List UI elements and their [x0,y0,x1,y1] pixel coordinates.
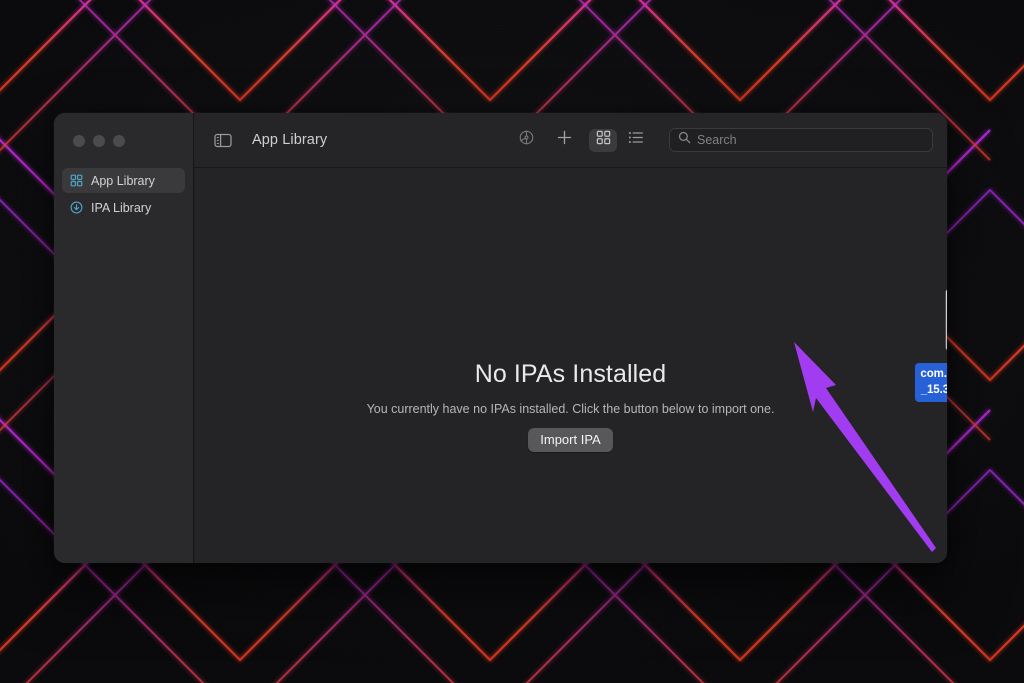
settings-button[interactable] [513,128,539,152]
sidebar-item-label: IPA Library [91,200,152,215]
list-view-icon [628,130,644,150]
search-field[interactable] [669,128,933,152]
download-circle-icon [69,201,83,215]
add-button[interactable] [551,128,577,152]
empty-state: No IPAs Installed You currently have no … [194,360,947,452]
drag-item-icon-wrap: IPA [908,289,947,356]
sidebar-item-app-library[interactable]: App Library [62,168,185,193]
window-title: App Library [252,132,328,148]
grid-view-icon [596,130,611,150]
plus-icon [556,129,573,151]
empty-state-subtitle: You currently have no IPAs installed. Cl… [366,402,775,416]
sidebar: App Library IPA Library [54,113,194,563]
zoom-button[interactable] [113,134,125,147]
sidebar-toggle-icon[interactable] [212,129,234,151]
minimize-button[interactable] [93,134,105,147]
gear-icon [518,129,535,151]
sidebar-item-ipa-library[interactable]: IPA Library [62,195,185,220]
desktop: App Library IPA Library App Library Sear… [0,0,1024,683]
empty-state-title: No IPAs Installed [474,360,667,388]
grid-view-button[interactable] [589,128,617,152]
content-area: No IPAs Installed You currently have no … [194,168,947,563]
window-controls [54,113,193,168]
grid-icon [69,174,83,188]
ipa-document-icon: IPA [944,289,947,356]
toolbar: App Library [194,113,947,168]
app-window: App Library IPA Library App Library Sear… [54,113,947,563]
list-view-button[interactable] [623,128,649,152]
main-area: App Library Search No IPAs Installed You… [194,113,947,563]
search-icon [678,131,691,149]
close-button[interactable] [73,134,85,147]
sidebar-list: App Library IPA Library [54,168,193,220]
drag-item-filename[interactable]: com.netflix.Netflix _15.34_...fined.ipa [915,363,947,402]
search-input[interactable] [697,133,924,147]
sidebar-item-label: App Library [91,173,155,188]
import-ipa-button[interactable]: Import IPA [528,428,613,452]
drag-item[interactable]: IPA com.netflix.Netflix _15.34_...fined.… [908,289,947,402]
